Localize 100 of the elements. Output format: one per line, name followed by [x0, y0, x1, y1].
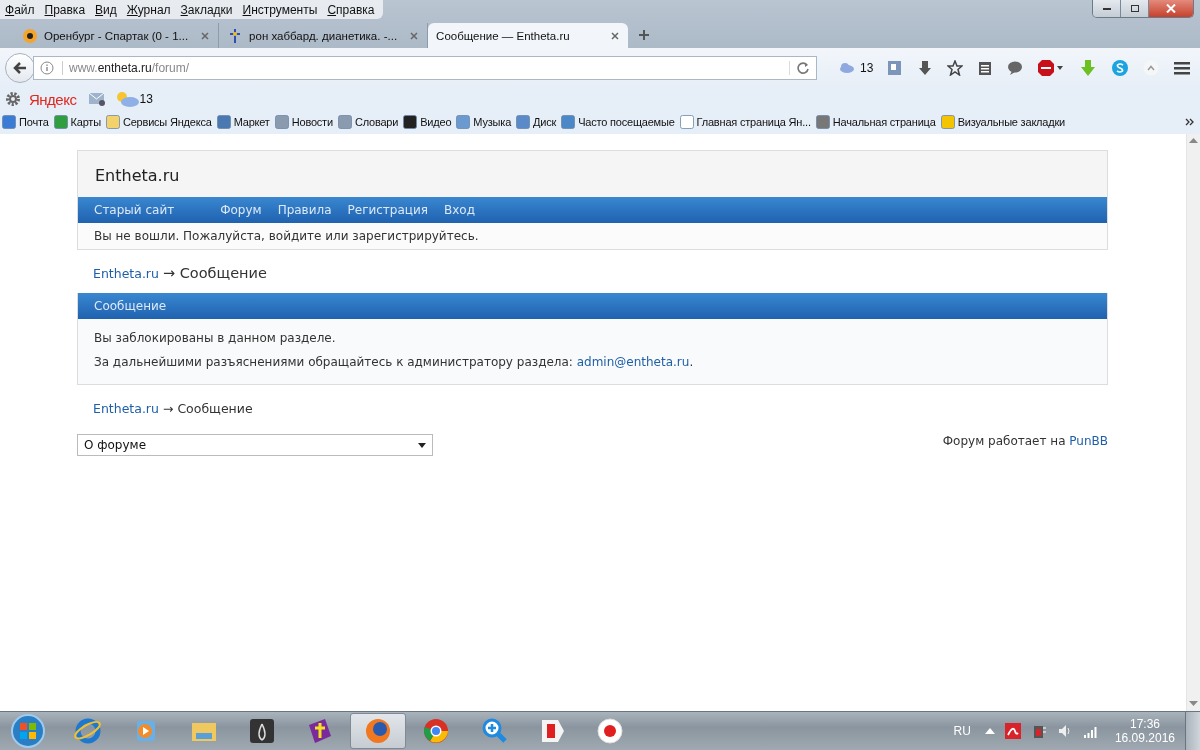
taskbar-button[interactable] — [350, 713, 406, 749]
address-bar[interactable]: www.entheta.ru/forum/ — [33, 56, 817, 80]
bookmark[interactable]: Почта — [2, 115, 49, 129]
square-icon — [274, 115, 289, 129]
maximize-button[interactable] — [1121, 0, 1149, 17]
bookmark[interactable]: Часто посещаемые — [561, 115, 675, 129]
start-button[interactable] — [8, 712, 48, 750]
browser-icon — [595, 716, 625, 746]
menu-icon[interactable] — [1173, 60, 1192, 76]
browser-icon — [421, 716, 451, 746]
nav-link[interactable]: Старый сайт — [78, 197, 183, 223]
close-icon — [1166, 4, 1176, 13]
message-heading: Сообщение — [78, 293, 1107, 319]
scroll-up-icon[interactable] — [1189, 138, 1198, 144]
message-text: Вы заблокированы в данном разделе. — [94, 331, 337, 345]
menu-item[interactable]: Файл — [0, 2, 40, 17]
mail-icon[interactable] — [88, 91, 107, 107]
nav-link[interactable]: Форум — [212, 197, 270, 223]
extension-icon[interactable] — [887, 60, 904, 76]
menu-item[interactable]: Справка — [322, 2, 380, 17]
back-arrow-icon — [13, 62, 27, 74]
square-icon — [216, 115, 231, 129]
square-icon — [403, 115, 418, 129]
weather-reading: 13 — [139, 92, 153, 106]
powered-by-text: Форум работает на PunBB — [942, 434, 1108, 448]
back-button[interactable] — [5, 53, 35, 83]
url-text: www.entheta.ru/forum/ — [62, 61, 190, 75]
chevron-up-icon[interactable] — [984, 728, 995, 734]
nav-link[interactable]: Правила — [269, 197, 340, 223]
chat-icon[interactable] — [1007, 60, 1024, 76]
breadcrumb-current: → Сообщение — [162, 265, 267, 281]
site-title: Entheta.ru — [94, 165, 181, 187]
app-icon — [247, 716, 277, 746]
breadcrumb-link[interactable]: Entheta.ru — [93, 401, 159, 416]
chevron-up-icon[interactable] — [1143, 60, 1160, 76]
info-icon — [40, 61, 54, 75]
reload-icon[interactable] — [789, 61, 810, 75]
bookmark[interactable]: Карты — [53, 115, 101, 129]
square-icon — [2, 115, 16, 129]
breadcrumb-link[interactable]: Entheta.ru — [93, 265, 159, 281]
browser-icon — [363, 716, 393, 746]
scroll-down-icon[interactable] — [1189, 701, 1198, 707]
browser-tab[interactable]: Сообщение — Entheta.ru — [428, 23, 629, 48]
bookmark[interactable]: Визуальные закладки — [940, 115, 1066, 129]
bookmark[interactable]: Сервисы Яндекса — [105, 115, 212, 129]
download-icon[interactable] — [917, 60, 934, 76]
weather-reading: 13 — [860, 61, 874, 75]
menu-item[interactable]: Вид — [90, 2, 122, 17]
overflow-icon[interactable] — [1184, 116, 1196, 128]
close-button[interactable] — [1149, 0, 1193, 17]
minimize-button[interactable] — [1093, 0, 1121, 17]
square-icon — [53, 115, 68, 129]
punbb-link[interactable]: PunBB — [1069, 434, 1108, 448]
clipboard-icon[interactable] — [977, 60, 994, 76]
bookmark[interactable]: Новости — [274, 115, 333, 129]
globe-icon — [73, 716, 103, 746]
nav-link[interactable]: Регистрация — [339, 197, 436, 223]
antivirus-icon[interactable] — [1004, 723, 1021, 739]
bookmark[interactable]: Видео — [403, 115, 452, 129]
forum-select[interactable]: О форуме — [77, 434, 433, 456]
breadcrumb-current: → Сообщение — [162, 401, 253, 416]
contact-text: За дальнейшими разъяснениями обращайтесь к администратору раздела: admin@entheta.ru. — [94, 355, 695, 369]
cloud-icon — [837, 62, 855, 74]
square-icon — [337, 115, 352, 129]
caret-icon — [418, 442, 426, 448]
menu-item[interactable]: Журнал — [121, 2, 176, 17]
settings-icon[interactable] — [5, 91, 21, 107]
menu-item[interactable]: Правка — [39, 2, 91, 17]
adblock-icon[interactable] — [1037, 59, 1066, 77]
maximize-icon — [1130, 5, 1139, 12]
close-icon[interactable] — [200, 30, 211, 41]
square-icon — [456, 115, 471, 129]
square-icon — [679, 115, 694, 129]
menu-item[interactable]: Закладки — [175, 2, 238, 17]
bookmark[interactable]: Маркет — [216, 115, 270, 129]
show-desktop-button[interactable] — [1185, 712, 1200, 750]
new-tab-icon[interactable] — [638, 29, 651, 41]
close-icon[interactable] — [610, 30, 621, 41]
menu-item[interactable]: Инструменты — [237, 2, 323, 17]
square-icon — [561, 115, 576, 129]
square-icon — [940, 115, 955, 129]
login-status: Вы не вошли. Пожалуйста, войдите или зарегистрируйтесь. — [78, 223, 1107, 249]
bookmark[interactable]: Музыка — [456, 115, 512, 129]
star-icon[interactable] — [947, 60, 964, 76]
minimize-icon — [1102, 7, 1111, 10]
bookmark[interactable]: Начальная страница — [815, 115, 936, 129]
close-icon[interactable] — [409, 30, 420, 41]
square-icon — [815, 115, 830, 129]
skype-icon[interactable] — [1111, 59, 1130, 77]
bookmark[interactable]: Словари — [337, 115, 399, 129]
square-icon — [516, 115, 531, 129]
scrollbar[interactable] — [1186, 134, 1200, 711]
bookmark[interactable]: Диск — [516, 115, 557, 129]
weather-icon — [114, 90, 141, 108]
bookmark[interactable]: Главная страница Ян... — [679, 115, 811, 129]
nav-link[interactable]: Вход — [436, 197, 483, 223]
square-icon — [105, 115, 120, 129]
speaker-icon[interactable] — [1056, 723, 1073, 739]
yandex-logo[interactable]: Яндекс — [29, 90, 77, 108]
ball-icon — [22, 27, 38, 44]
